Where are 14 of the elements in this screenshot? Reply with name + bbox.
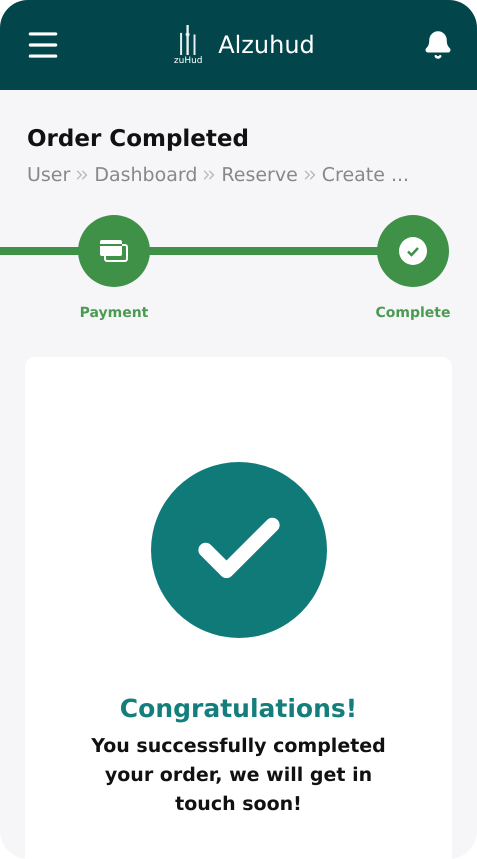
- cards-icon: [99, 238, 129, 264]
- app-title: Alzuhud: [218, 30, 315, 61]
- breadcrumb-item[interactable]: Reserve: [221, 160, 298, 189]
- breadcrumb-item[interactable]: Create ...: [322, 160, 410, 189]
- check-circle-icon: [399, 237, 427, 265]
- result-message: You successfully completed your order, we will get in touch soon!: [90, 734, 387, 816]
- bell-icon[interactable]: [423, 30, 453, 60]
- result-title: Congratulations!: [120, 693, 358, 725]
- breadcrumb-item[interactable]: Dashboard: [94, 160, 198, 189]
- logo: zuHud: [170, 24, 206, 66]
- step-label: Payment: [80, 304, 148, 323]
- page-title: Order Completed: [27, 125, 250, 154]
- breadcrumb-item[interactable]: User: [27, 160, 70, 189]
- step-label: Complete: [376, 304, 450, 323]
